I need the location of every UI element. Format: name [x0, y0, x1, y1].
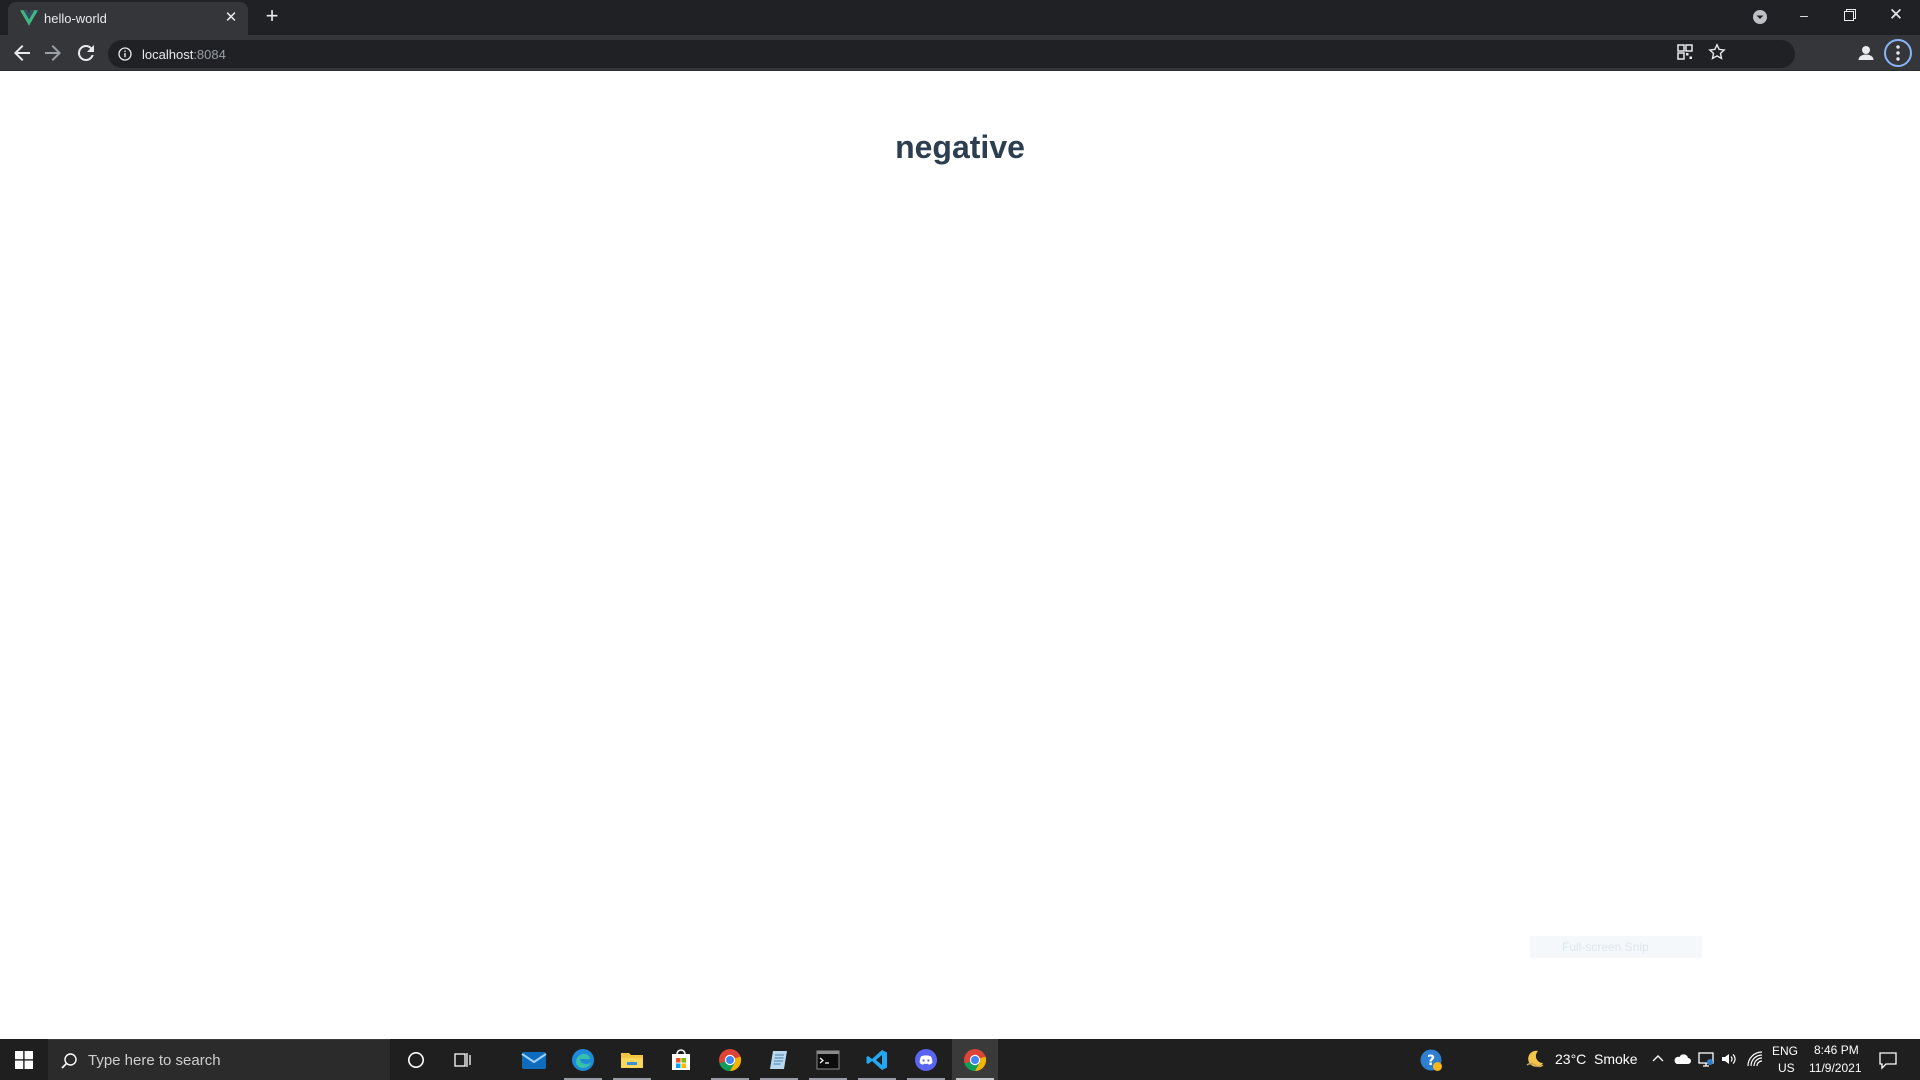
qr-code-icon[interactable]	[1676, 43, 1694, 61]
store-icon	[672, 1049, 690, 1070]
file-explorer-app[interactable]	[609, 1039, 655, 1080]
url-text: localhost:8084	[142, 47, 226, 62]
reload-icon[interactable]	[74, 41, 98, 65]
forward-icon[interactable]	[41, 41, 65, 65]
mail-icon	[521, 1052, 547, 1069]
search-icon	[61, 1053, 77, 1069]
edge-app[interactable]	[560, 1039, 606, 1080]
chrome-icon	[964, 1049, 987, 1072]
vscode-app[interactable]	[854, 1039, 900, 1080]
vscode-icon	[866, 1050, 887, 1070]
start-button[interactable]	[0, 1039, 48, 1080]
page-viewport: negative Full-screen Snip	[0, 71, 1920, 1039]
tab-close-icon[interactable]: ✕	[222, 9, 240, 27]
cortana-button[interactable]	[393, 1039, 439, 1080]
cortana-icon	[408, 1052, 424, 1068]
weather-moon-icon[interactable]	[1525, 1049, 1545, 1069]
taskbar-search-box[interactable]: Type here to search	[48, 1039, 390, 1080]
task-view-icon	[454, 1053, 471, 1067]
windows-taskbar: Type here to search ? 23°C Smoke ENG US …	[0, 1039, 1920, 1080]
minimize-button[interactable]: –	[1781, 0, 1827, 30]
browser-toolbar: localhost:8084	[0, 35, 1920, 71]
new-tab-button[interactable]: +	[260, 5, 284, 29]
restore-icon	[1844, 9, 1856, 21]
page-heading: negative	[895, 129, 1025, 165]
mail-app[interactable]	[511, 1039, 557, 1080]
tab-search-icon[interactable]	[1750, 7, 1770, 27]
browser-tabstrip: hello-world ✕ + – ✕	[0, 0, 1920, 35]
help-tips-icon[interactable]: ?	[1419, 1048, 1443, 1072]
input-region[interactable]: US	[1778, 1061, 1795, 1075]
notepad-icon	[770, 1051, 787, 1069]
edge-icon	[572, 1049, 594, 1071]
tab-title: hello-world	[44, 11, 107, 26]
onedrive-cloud-icon[interactable]	[1673, 1050, 1691, 1068]
profile-avatar-icon[interactable]	[1855, 42, 1877, 64]
search-placeholder: Type here to search	[88, 1052, 221, 1069]
task-view-button[interactable]	[440, 1039, 486, 1080]
windows-logo-icon	[15, 1051, 33, 1069]
snip-tooltip: Full-screen Snip	[1530, 936, 1702, 958]
vue-logo-icon	[20, 10, 38, 26]
chrome-app[interactable]	[707, 1039, 753, 1080]
clock-time[interactable]: 8:46 PM	[1814, 1043, 1859, 1057]
terminal-app[interactable]	[805, 1039, 851, 1080]
show-hidden-icons-chevron-icon[interactable]	[1649, 1050, 1667, 1068]
file-explorer-icon	[621, 1053, 643, 1068]
close-window-button[interactable]: ✕	[1873, 0, 1919, 30]
chrome-app-active[interactable]	[952, 1039, 998, 1080]
network-status-icon[interactable]	[1697, 1050, 1715, 1068]
bookmark-star-icon[interactable]	[1708, 43, 1726, 61]
volume-icon[interactable]	[1720, 1050, 1738, 1068]
discord-app[interactable]	[903, 1039, 949, 1080]
browser-menu-button[interactable]	[1884, 39, 1912, 67]
site-info-icon[interactable]	[118, 47, 132, 61]
action-center-icon[interactable]	[1878, 1050, 1898, 1070]
clock-date[interactable]: 11/9/2021	[1809, 1061, 1862, 1075]
input-language[interactable]: ENG	[1772, 1044, 1798, 1058]
notepad-app[interactable]	[756, 1039, 802, 1080]
terminal-icon	[816, 1050, 840, 1070]
address-bar[interactable]: localhost:8084	[108, 40, 1795, 68]
kebab-menu-icon	[1896, 45, 1900, 61]
restore-button[interactable]	[1827, 0, 1873, 30]
store-app[interactable]	[658, 1039, 704, 1080]
chrome-icon	[719, 1049, 742, 1072]
weather-temp[interactable]: 23°C	[1555, 1051, 1586, 1067]
wifi-icon[interactable]	[1746, 1050, 1764, 1068]
back-icon[interactable]	[10, 41, 34, 65]
discord-icon	[915, 1049, 937, 1071]
browser-tab[interactable]: hello-world ✕	[8, 2, 248, 35]
weather-condition[interactable]: Smoke	[1594, 1051, 1638, 1067]
